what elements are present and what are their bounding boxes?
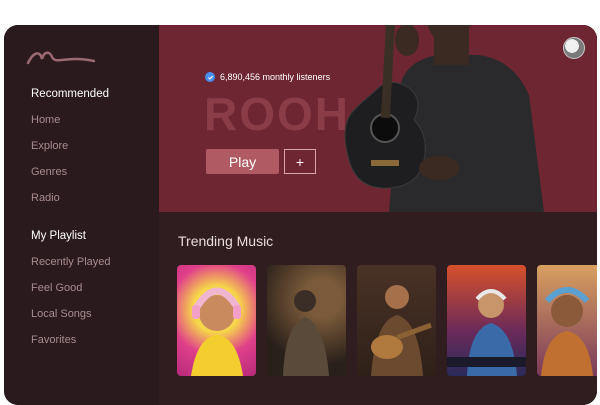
trending-title: Trending Music	[178, 233, 274, 249]
play-button[interactable]: Play	[206, 149, 279, 174]
sidebar-item-explore[interactable]: Explore	[31, 140, 68, 152]
trending-card-3-art	[371, 285, 432, 376]
trending-card-5[interactable]	[537, 265, 597, 376]
nav-recommended-title: Recommended	[31, 88, 109, 100]
trending-card-5-art	[541, 287, 593, 376]
monthly-listeners: 6,890,456 monthly listeners	[220, 72, 331, 82]
sidebar-item-feel-good[interactable]: Feel Good	[31, 282, 82, 294]
trending-card-1[interactable]	[177, 265, 256, 376]
verified-check-icon	[205, 72, 215, 82]
sidebar-item-favorites[interactable]: Favorites	[31, 334, 76, 346]
nav-playlist-title: My Playlist	[31, 230, 86, 242]
music-app-window: Recommended Home Explore Genres Radio My…	[4, 25, 597, 405]
sidebar-item-local-songs[interactable]: Local Songs	[31, 308, 92, 320]
trending-card-1-art	[191, 287, 243, 376]
trending-card-4[interactable]	[447, 265, 526, 376]
sidebar-item-genres[interactable]: Genres	[31, 166, 67, 178]
trending-card-3[interactable]	[357, 265, 436, 376]
trending-card-2[interactable]	[267, 265, 346, 376]
main-content: 6,890,456 monthly listeners ROOH Play + …	[159, 25, 597, 405]
listeners-row: 6,890,456 monthly listeners	[205, 72, 330, 82]
sidebar-item-radio[interactable]: Radio	[31, 192, 60, 204]
hero-banner: 6,890,456 monthly listeners ROOH Play +	[159, 25, 597, 212]
app-logo	[26, 51, 96, 65]
trending-card-4-art	[447, 289, 526, 376]
user-avatar[interactable]	[563, 37, 585, 59]
sidebar-item-recently-played[interactable]: Recently Played	[31, 256, 111, 268]
sidebar-item-home[interactable]: Home	[31, 114, 60, 126]
sidebar: Recommended Home Explore Genres Radio My…	[4, 25, 159, 405]
artist-guitar-image	[344, 25, 544, 212]
add-button[interactable]: +	[284, 149, 316, 174]
trending-card-2-art	[283, 290, 329, 376]
